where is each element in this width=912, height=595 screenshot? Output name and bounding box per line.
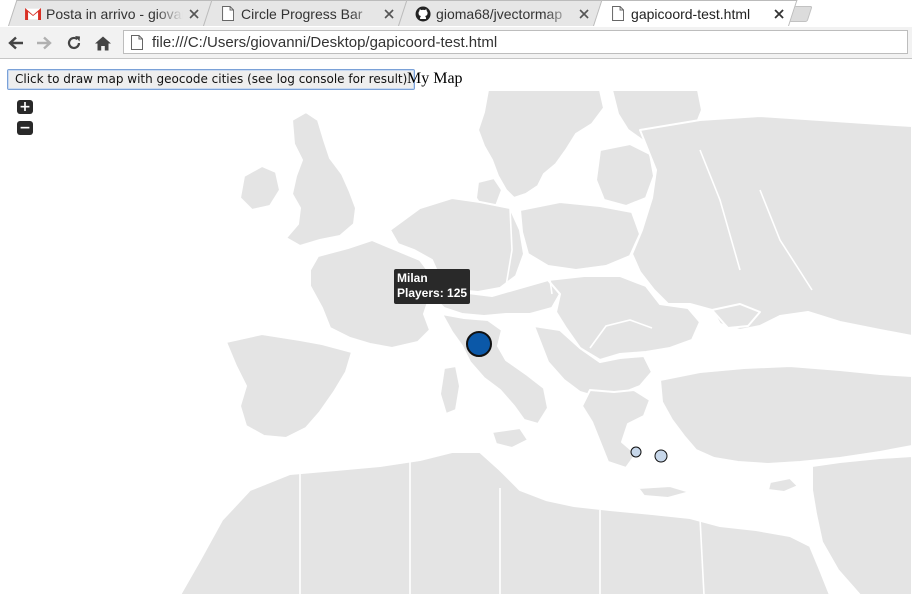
tab-title: gioma68/jvectormap (436, 5, 563, 22)
region-iberia (225, 333, 353, 439)
region-cyprus (767, 477, 799, 493)
page-icon (220, 6, 236, 22)
close-icon[interactable] (772, 7, 786, 21)
region-greece (581, 389, 651, 469)
map-title: My Map (407, 70, 463, 87)
address-bar[interactable]: file:///C:/Users/giovanni/Desktop/gapico… (123, 30, 908, 54)
address-url[interactable]: file:///C:/Users/giovanni/Desktop/gapico… (152, 34, 497, 51)
home-button[interactable] (93, 33, 113, 53)
close-icon[interactable] (382, 7, 396, 21)
region-north-africa (179, 451, 831, 595)
page-icon (130, 34, 144, 50)
city-marker-milan (466, 331, 492, 357)
region-crete (637, 485, 691, 499)
page-icon (610, 6, 626, 22)
vector-map[interactable]: + − Milan Players: 125 (0, 90, 912, 595)
back-arrow-icon (8, 36, 23, 50)
region-great-britain (285, 111, 357, 247)
browser-toolbar: file:///C:/Users/giovanni/Desktop/gapico… (0, 27, 912, 59)
region-sardinia (439, 365, 461, 415)
gmail-icon (25, 6, 42, 22)
tooltip-players: Players: 125 (397, 286, 468, 300)
draw-map-button[interactable]: Click to draw map with geocode cities (s… (7, 69, 416, 90)
tab-gmail[interactable]: Posta in arrivo - giovanni (8, 0, 213, 26)
reload-button[interactable] (64, 33, 84, 53)
reload-icon (67, 36, 81, 50)
forward-button[interactable] (34, 33, 54, 53)
tab-title: Posta in arrivo - giovanni (46, 5, 184, 22)
page-content: Click to draw map with geocode cities (s… (0, 59, 912, 595)
home-icon (95, 36, 111, 50)
city-marker (630, 446, 642, 458)
tab-gapicoord[interactable]: gapicoord-test.html (593, 0, 798, 26)
map-tooltip: Milan Players: 125 (394, 269, 471, 304)
close-icon[interactable] (577, 7, 591, 21)
tab-circle-progress[interactable]: Circle Progress Bar (203, 0, 408, 26)
region-levant (811, 455, 912, 595)
back-button[interactable] (6, 33, 26, 53)
close-icon[interactable] (187, 7, 201, 21)
github-icon (415, 6, 431, 22)
tab-title: Circle Progress Bar (241, 5, 363, 22)
tooltip-city: Milan (397, 271, 428, 285)
forward-arrow-icon (37, 36, 52, 50)
land-layer (179, 90, 912, 595)
tab-title: gapicoord-test.html (631, 5, 751, 22)
region-ireland (239, 165, 281, 211)
zoom-out-button[interactable]: − (17, 121, 33, 135)
region-italy (441, 313, 549, 425)
map-canvas (179, 90, 912, 595)
city-marker (654, 449, 668, 463)
tab-github[interactable]: gioma68/jvectormap (398, 0, 603, 26)
region-sicily (491, 427, 529, 449)
tab-strip: Posta in arrivo - giovanni Circle Progre… (0, 0, 912, 28)
zoom-in-button[interactable]: + (17, 100, 33, 114)
region-turkey (659, 365, 912, 465)
region-eastern-europe (631, 115, 912, 337)
region-baltics (595, 143, 655, 207)
region-poland (519, 201, 641, 271)
